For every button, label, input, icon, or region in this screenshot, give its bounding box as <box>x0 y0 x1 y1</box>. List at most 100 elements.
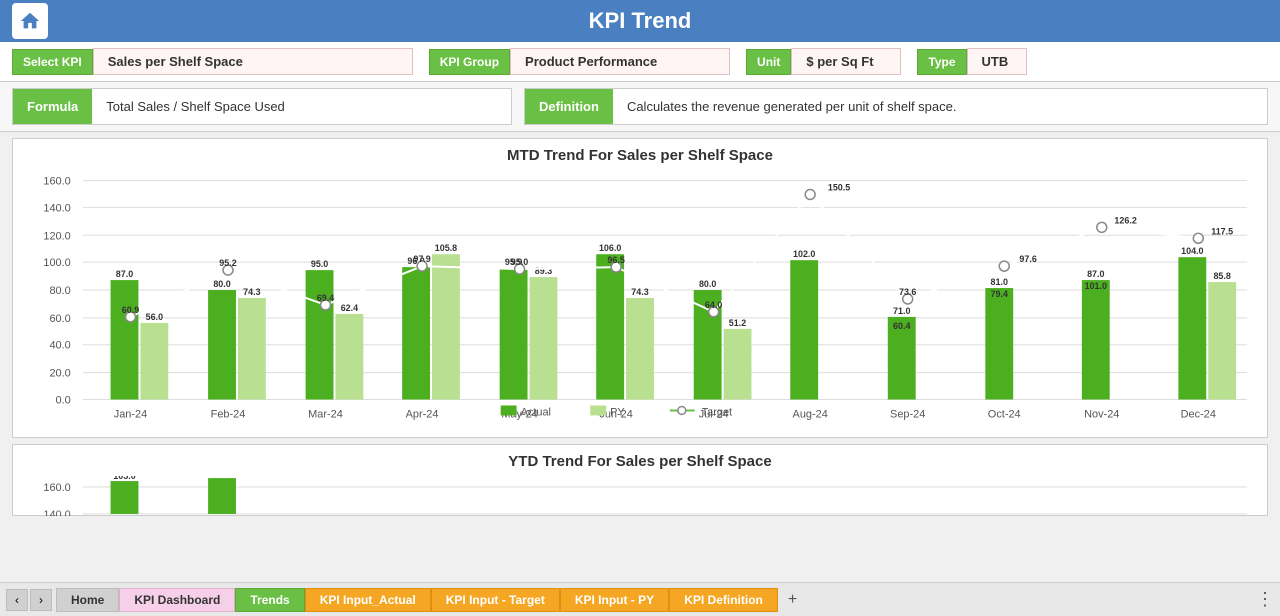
mtd-chart-title: MTD Trend For Sales per Shelf Space <box>23 147 1257 164</box>
target-label-feb: 95.2 <box>219 258 236 268</box>
kpi-group-value[interactable]: Product Performance <box>510 48 730 75</box>
legend-py-text: PY <box>610 406 625 418</box>
mtd-chart-area: .grid-line { stroke: #ddd; stroke-width:… <box>23 170 1257 430</box>
y-label-160: 160.0 <box>43 176 70 188</box>
tab-kpi-input-target[interactable]: KPI Input - Target <box>431 588 560 612</box>
x-label-feb: Feb-24 <box>211 408 246 420</box>
bar-py-may <box>530 277 558 399</box>
page-title: KPI Trend <box>589 8 692 34</box>
bar-py-feb <box>238 298 266 400</box>
x-label-nov: Nov-24 <box>1084 408 1119 420</box>
target-dot-oct <box>999 261 1009 271</box>
tab-menu-button[interactable]: ⋮ <box>1256 589 1274 610</box>
bottom-tabs: ‹ › Home KPI Dashboard Trends KPI Input_… <box>0 582 1280 616</box>
tab-add-button[interactable]: + <box>778 587 807 613</box>
select-kpi-label: Select KPI <box>12 49 93 75</box>
bar-py-jan <box>140 323 168 400</box>
legend-target-text: Target <box>702 406 732 418</box>
bar-py-jul <box>724 329 752 400</box>
target-dot-nov <box>1097 222 1107 232</box>
target-label-jul: 64.0 <box>705 300 722 310</box>
legend-actual-text: Actual <box>521 406 551 418</box>
home-icon <box>19 10 41 32</box>
tab-kpi-dashboard[interactable]: KPI Dashboard <box>119 588 235 612</box>
x-label-oct: Oct-24 <box>988 408 1021 420</box>
definition-content: Calculates the revenue generated per uni… <box>613 91 971 122</box>
label-actual-dec: 104.0 <box>1181 246 1203 256</box>
label-actual-sep2: 60.4 <box>893 321 910 331</box>
x-label-sep: Sep-24 <box>890 408 925 420</box>
ytd-chart-svg: 140.0 160.0 105.0 123.9 127.3 150.5 <box>23 476 1257 516</box>
label-py-mar: 62.4 <box>341 303 358 313</box>
target-label-may: 95.0 <box>511 257 528 267</box>
type-value[interactable]: UTB <box>967 48 1027 75</box>
label-actual-jul: 80.0 <box>699 279 716 289</box>
page-header: KPI Trend <box>0 0 1280 42</box>
type-label: Type <box>917 49 966 75</box>
tab-trends[interactable]: Trends <box>235 588 304 612</box>
bar-py-jun <box>626 298 654 400</box>
formula-box: Formula Total Sales / Shelf Space Used <box>12 88 512 125</box>
mtd-chart-svg: .grid-line { stroke: #ddd; stroke-width:… <box>23 170 1257 425</box>
label-actual-jan: 87.0 <box>116 269 133 279</box>
target-line <box>130 195 1198 317</box>
ytd-label-aug: 150.5 <box>799 476 821 478</box>
target-label-oct: 97.6 <box>1019 254 1036 264</box>
tab-next-button[interactable]: › <box>30 589 52 611</box>
x-label-aug: Aug-24 <box>793 408 828 420</box>
label-actual-nov2: 101.0 <box>1085 281 1107 291</box>
x-label-mar: Mar-24 <box>308 408 343 420</box>
ytd-y-160: 160.0 <box>43 482 70 494</box>
ytd-label-jul: 127.3 <box>702 476 724 478</box>
label-actual-sep: 71.0 <box>893 306 910 316</box>
label-py-jun: 74.3 <box>631 287 648 297</box>
ytd-label-jan: 105.0 <box>113 476 135 481</box>
unit-value[interactable]: $ per Sq Ft <box>791 48 901 75</box>
legend-actual-box <box>501 405 517 415</box>
label-actual-jun: 106.0 <box>599 243 621 253</box>
legend-target-dot <box>678 406 686 414</box>
target-label-jun: 96.5 <box>607 255 624 265</box>
target-label-mar: 69.4 <box>317 293 334 303</box>
y-label-0: 0.0 <box>56 394 71 406</box>
tab-kpi-input-py[interactable]: KPI Input - PY <box>560 588 669 612</box>
label-py-jan: 56.0 <box>146 312 163 322</box>
tab-home[interactable]: Home <box>56 588 119 612</box>
label-py-dec: 85.8 <box>1213 271 1230 281</box>
home-button[interactable] <box>12 3 48 39</box>
definition-label: Definition <box>525 89 613 124</box>
y-label-20: 20.0 <box>49 368 70 380</box>
formula-content: Total Sales / Shelf Space Used <box>92 91 299 122</box>
tab-navigation: ‹ › <box>6 589 52 611</box>
bar-actual-may <box>500 268 528 399</box>
bar-py-dec <box>1208 282 1236 399</box>
label-actual-mar: 95.0 <box>311 259 328 269</box>
type-group: Type UTB <box>917 48 1026 75</box>
bar-actual-jun <box>596 254 624 399</box>
target-dot-aug <box>805 190 815 200</box>
ytd-y-140: 140.0 <box>43 509 70 516</box>
legend-py-box <box>590 405 606 415</box>
y-label-60: 60.0 <box>49 313 70 325</box>
controls-row: Select KPI Sales per Shelf Space KPI Gro… <box>0 42 1280 82</box>
formula-definition-row: Formula Total Sales / Shelf Space Used D… <box>0 82 1280 132</box>
bar-actual-nov <box>1082 280 1110 399</box>
label-py-feb: 74.3 <box>243 287 260 297</box>
target-dot-dec <box>1193 233 1203 243</box>
mtd-chart-container: MTD Trend For Sales per Shelf Space .gri… <box>12 138 1268 438</box>
tab-kpi-definition[interactable]: KPI Definition <box>669 588 778 612</box>
ytd-bar-feb <box>208 478 236 514</box>
target-label-jan: 60.9 <box>122 305 139 315</box>
bar-actual-oct <box>985 288 1013 399</box>
y-label-120: 120.0 <box>43 230 70 242</box>
tab-kpi-input-actual[interactable]: KPI Input_Actual <box>305 588 431 612</box>
label-actual-aug: 102.0 <box>793 249 815 259</box>
bar-actual-aug <box>790 260 818 399</box>
label-actual-feb: 80.0 <box>213 279 230 289</box>
x-label-jan: Jan-24 <box>114 408 147 420</box>
select-kpi-value[interactable]: Sales per Shelf Space <box>93 48 413 75</box>
tab-prev-button[interactable]: ‹ <box>6 589 28 611</box>
unit-label: Unit <box>746 49 791 75</box>
bar-actual-jan <box>111 280 139 399</box>
kpi-group-label: KPI Group <box>429 49 510 75</box>
